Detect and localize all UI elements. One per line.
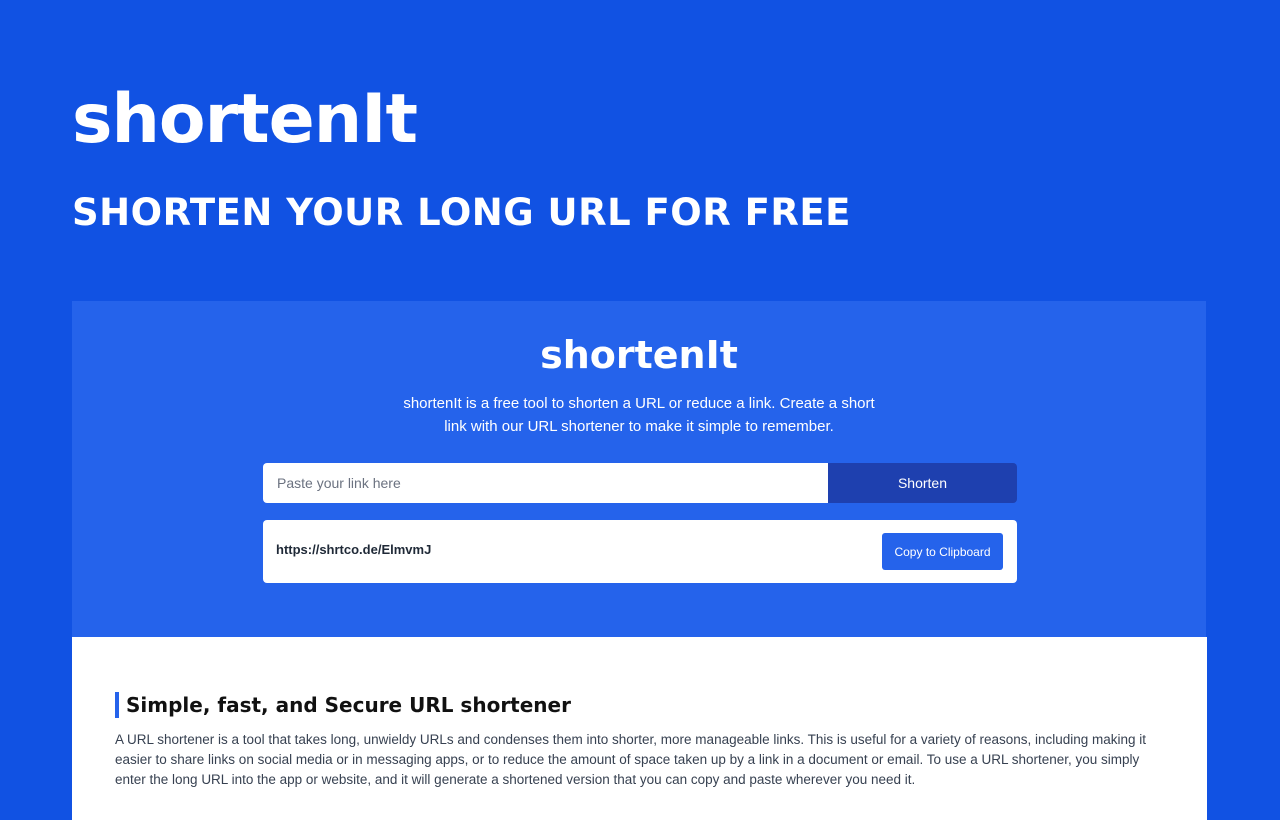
section-heading: Simple, fast, and Secure URL shortener — [115, 692, 571, 718]
hero-subtitle: SHORTEN YOUR LONG URL FOR FREE — [72, 191, 851, 234]
copy-to-clipboard-button[interactable]: Copy to Clipboard — [882, 533, 1003, 570]
shorten-form: Shorten — [263, 463, 1017, 503]
hero-title: shortenIt — [72, 80, 418, 159]
card-title: shortenIt — [540, 333, 738, 377]
shortener-card: shortenIt shortenIt is a free tool to sh… — [72, 301, 1206, 637]
section-body: A URL shortener is a tool that takes lon… — [115, 732, 1147, 787]
result-box: https://shrtco.de/ElmvmJ Copy to Clipboa… — [263, 520, 1017, 583]
card-description: shortenIt is a free tool to shorten a UR… — [403, 395, 875, 435]
info-section: Simple, fast, and Secure URL shortener A… — [72, 637, 1207, 820]
short-link[interactable]: https://shrtco.de/ElmvmJ — [276, 542, 431, 557]
url-input[interactable] — [263, 463, 828, 503]
shorten-button[interactable]: Shorten — [828, 463, 1017, 503]
